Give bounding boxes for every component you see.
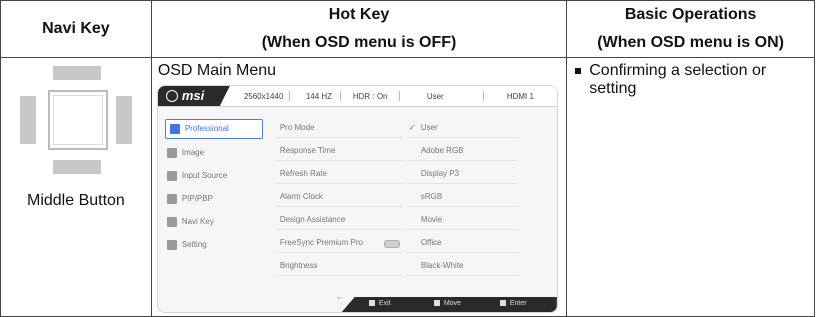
checkmark-icon: ✓: [408, 123, 416, 132]
osd-option-black-white: Black-White: [406, 256, 519, 276]
navi-key-cell: Middle Button: [0, 57, 152, 317]
navi-middle-key: [48, 90, 108, 150]
navi-key-diagram: Middle Button: [1, 58, 151, 316]
status-separator: [482, 91, 484, 101]
toggle-switch-icon: [383, 240, 400, 248]
navi-down-key: [53, 160, 101, 174]
osd-submenu-alarm-clock: Alarm Clock: [275, 187, 403, 207]
navi-key-enter-icon: [499, 300, 506, 306]
osd-option-user: ✓ User: [406, 118, 519, 138]
input-source-icon: [166, 171, 177, 181]
osd-option-office: Office: [406, 233, 519, 253]
osd-submenu-pro-mode: Pro Mode: [275, 118, 403, 138]
header-basic-operations-title: Basic Operations: [624, 6, 757, 23]
osd-submenu-freesync: FreeSync Premium Pro: [275, 233, 403, 253]
header-hot-key: Hot Key (When OSD menu is OFF): [150, 0, 568, 58]
dragon-shield-icon: [165, 90, 178, 102]
navi-key-table: Navi Key Hot Key (When OSD menu is OFF) …: [0, 0, 815, 317]
osd-main-menu-title: OSD Main Menu: [157, 62, 277, 79]
osd-option-display-p3: Display P3: [406, 164, 519, 184]
professional-icon: [169, 124, 180, 134]
status-separator: [288, 91, 290, 101]
osd-move-hint: Move: [433, 300, 461, 307]
status-resolution: 2560x1440: [243, 92, 284, 101]
osd-status-bar: msi 2560x1440 144 HZ HDR : On User HDMI …: [157, 86, 557, 107]
status-separator: [398, 91, 400, 101]
hot-key-cell: OSD Main Menu msi 2560x1440 144 HZ HDR :…: [150, 57, 568, 317]
osd-option-srgb: sRGB: [406, 187, 519, 207]
navi-right-key: [116, 96, 132, 144]
status-mode: User: [426, 92, 444, 101]
osd-enter-hint: Enter: [499, 300, 527, 307]
msi-logo: msi: [157, 86, 230, 106]
status-hdr: HDR : On: [352, 92, 388, 101]
osd-submenu-response-time: Response Time: [275, 141, 403, 161]
osd-menu-screenshot: msi 2560x1440 144 HZ HDR : On User HDMI …: [156, 85, 558, 313]
osd-exit-hint: Exit: [368, 300, 390, 307]
header-navi-key: Navi Key: [0, 0, 152, 58]
bullet-square-icon: [575, 68, 582, 74]
osd-bottom-bar: Exit Move Enter: [341, 297, 557, 312]
status-separator: [339, 91, 341, 101]
status-refresh-rate: 144 HZ: [305, 92, 333, 101]
navi-left-key: [20, 96, 36, 144]
basic-operations-cell: Confirming a selection or setting: [566, 57, 815, 317]
operation-description: Confirming a selection or setting: [589, 62, 767, 97]
status-input: HDMI 1: [506, 92, 534, 101]
navi-up-key: [53, 66, 101, 80]
navi-key-move-icon: [433, 300, 440, 306]
header-hot-key-subtitle: (When OSD menu is OFF): [261, 34, 457, 51]
header-hot-key-title: Hot Key: [328, 6, 390, 23]
pip-pbp-icon: [166, 194, 177, 204]
middle-button-label: Middle Button: [26, 192, 125, 209]
osd-submenu-refresh-rate: Refresh Rate: [275, 164, 403, 184]
navi-key-exit-icon: [368, 300, 375, 306]
setting-icon: [166, 240, 177, 250]
osd-option-movie: Movie: [406, 210, 519, 230]
navi-key-icon: [166, 217, 177, 227]
header-basic-operations-subtitle: (When OSD menu is ON): [597, 34, 784, 51]
image-icon: [166, 148, 177, 158]
osd-submenu-brightness: Brightness: [275, 256, 403, 276]
header-basic-operations: Basic Operations (When OSD menu is ON): [566, 0, 815, 58]
osd-menu-item-professional: Professional: [164, 119, 263, 139]
osd-submenu-design-assistance: Design Assistance: [275, 210, 403, 230]
osd-option-adobe-rgb: Adobe RGB: [406, 141, 519, 161]
chevron-down-icon: ⌄: [334, 291, 343, 301]
